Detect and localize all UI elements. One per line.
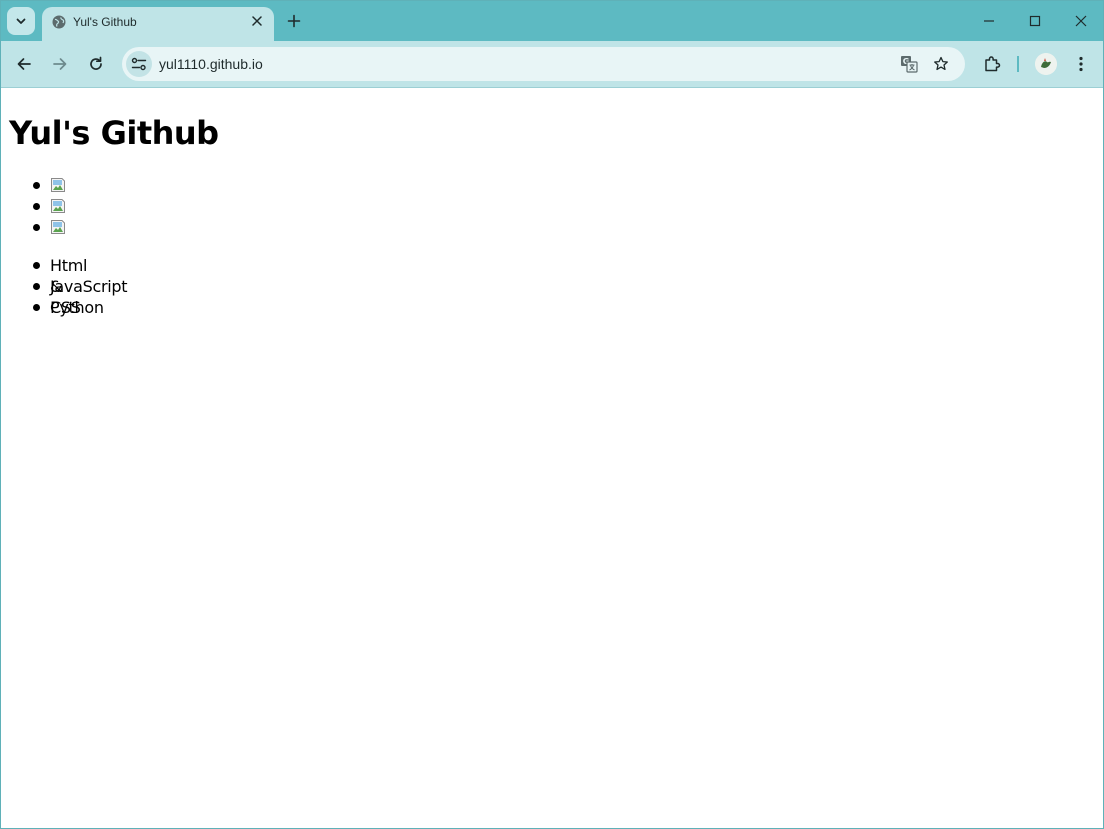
- star-icon: [934, 56, 948, 71]
- tab-active[interactable]: Yul's Github: [42, 7, 274, 41]
- page-title: Yul's Github: [9, 114, 219, 152]
- profile-icon: [1035, 53, 1057, 75]
- puzzle-icon: [985, 56, 1001, 72]
- site-info-button[interactable]: [126, 51, 152, 77]
- browser-toolbar: yul1110.github.io G: [1, 41, 1103, 88]
- bullet: [33, 283, 40, 290]
- reload-button[interactable]: [82, 50, 110, 78]
- close-window-button[interactable]: [1066, 8, 1096, 34]
- close-icon: [1075, 15, 1087, 27]
- maximize-icon: [1029, 15, 1041, 27]
- bullet: [33, 203, 40, 210]
- tab-title: Yul's Github: [73, 15, 137, 29]
- bullet: [33, 262, 40, 269]
- tab-close-button[interactable]: [248, 12, 266, 30]
- list-item-label: JavaScript: [50, 277, 128, 296]
- arrow-left-icon: [17, 58, 31, 70]
- translate-icon: G: [901, 56, 918, 73]
- more-vertical-icon: [1079, 56, 1083, 72]
- tab-search-button[interactable]: [7, 7, 35, 35]
- new-tab-button[interactable]: [283, 10, 305, 32]
- menu-button[interactable]: [1069, 52, 1093, 76]
- minimize-button[interactable]: [974, 8, 1004, 34]
- plus-icon: [287, 14, 301, 28]
- close-icon: [252, 16, 262, 26]
- bullet: [33, 304, 40, 311]
- forward-button[interactable]: [46, 50, 74, 78]
- tab-strip: Yul's Github: [1, 1, 1103, 41]
- toolbar-separator: [1017, 56, 1019, 72]
- address-bar[interactable]: yul1110.github.io G: [122, 47, 965, 81]
- bullet: [33, 224, 40, 231]
- profile-avatar[interactable]: [1035, 53, 1057, 75]
- bullet: [33, 182, 40, 189]
- broken-image-icon: [51, 199, 65, 213]
- tune-icon: [131, 57, 147, 71]
- maximize-button[interactable]: [1020, 8, 1050, 34]
- url-text[interactable]: yul1110.github.io: [159, 55, 263, 73]
- translate-button[interactable]: G: [898, 54, 920, 74]
- broken-image-icon: [51, 220, 65, 234]
- chevron-down-icon: [16, 18, 26, 24]
- broken-image-icon: [51, 178, 65, 192]
- bookmark-button[interactable]: [930, 54, 952, 74]
- extensions-button[interactable]: [980, 52, 1004, 76]
- reload-icon: [90, 56, 102, 70]
- browser-window: Yul's Github yul1110.github.io G Yul's G…: [0, 0, 1104, 829]
- globe-icon: [52, 15, 66, 29]
- list-item-label: Python: [50, 298, 104, 317]
- page-content: Yul's Github Html & CSS JavaScript Pytho…: [1, 88, 1103, 828]
- back-button[interactable]: [10, 50, 38, 78]
- arrow-right-icon: [53, 58, 67, 70]
- minimize-icon: [984, 20, 994, 22]
